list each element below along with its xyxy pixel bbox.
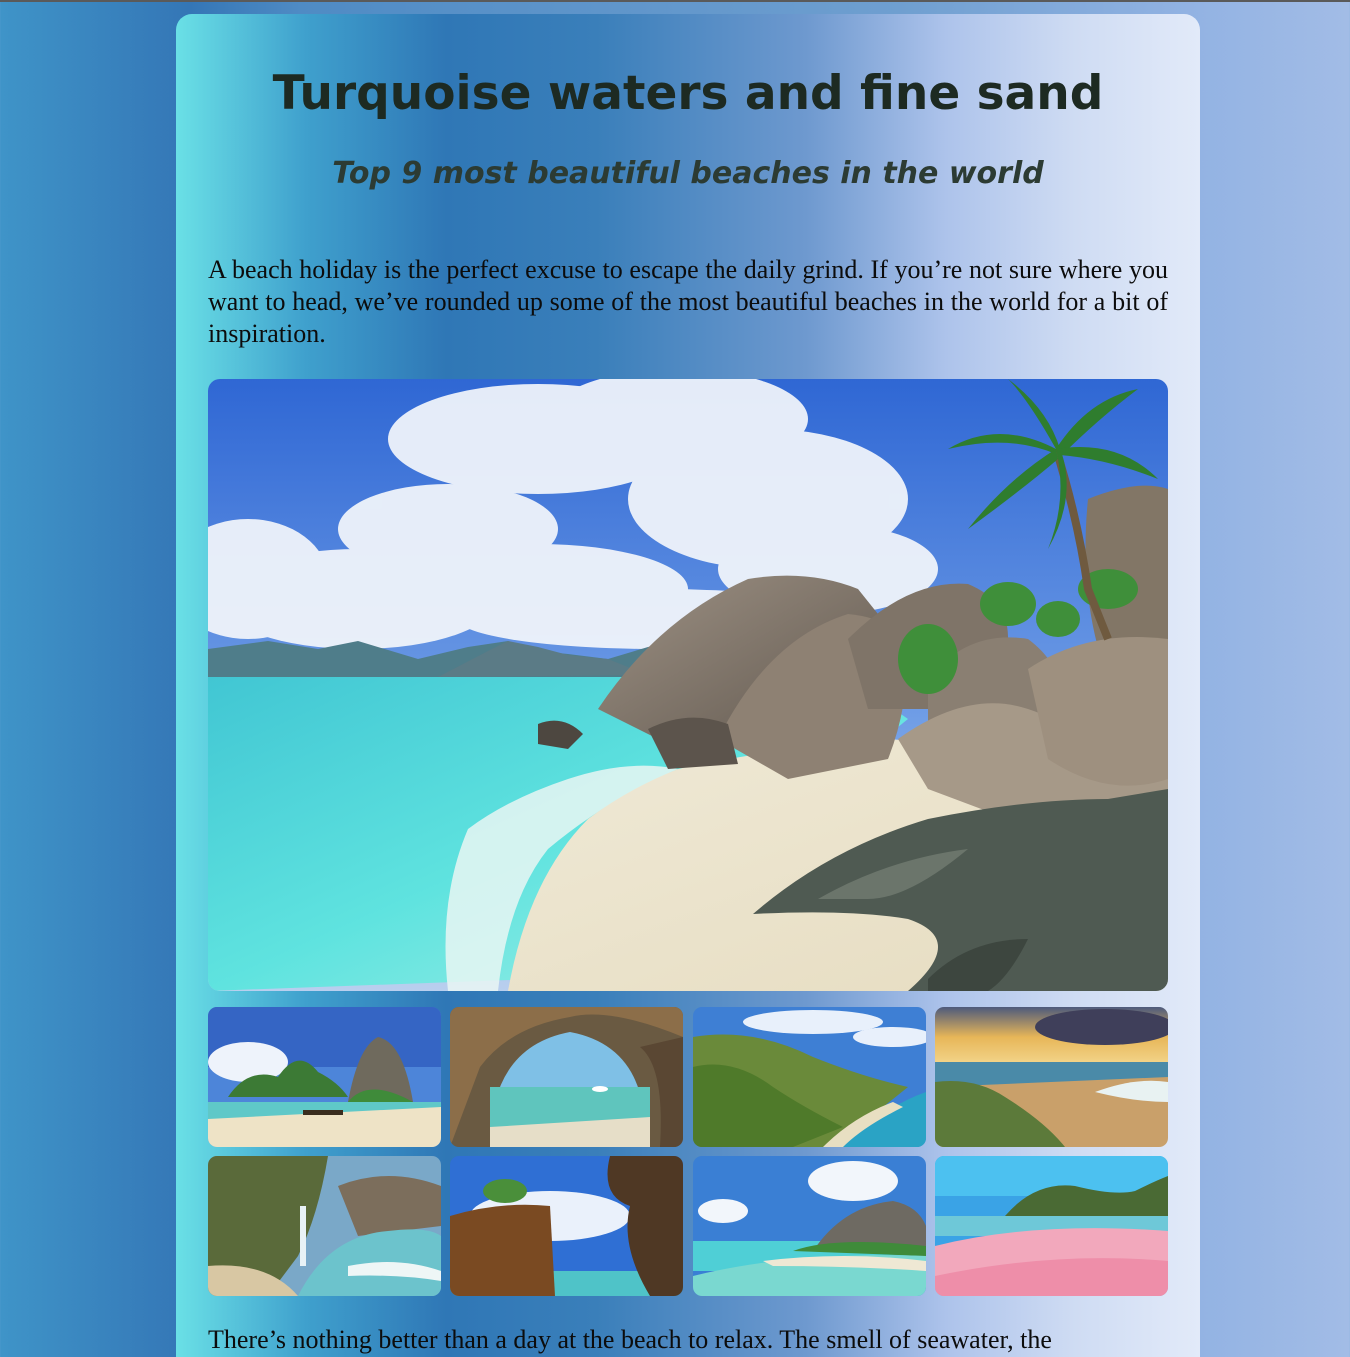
gallery-thumbnail-6[interactable] <box>450 1156 683 1296</box>
gallery-thumbnail-3[interactable] <box>693 1007 926 1147</box>
gallery-thumbnail-4[interactable] <box>935 1007 1168 1147</box>
page-title: Turquoise waters and fine sand <box>272 66 1104 121</box>
body-paragraph: There’s nothing better than a day at the… <box>208 1325 1052 1354</box>
hero-image[interactable] <box>208 379 1168 991</box>
article-card: Turquoise waters and fine sand Top 9 mos… <box>176 14 1200 1357</box>
intro-paragraph: A beach holiday is the perfect excuse to… <box>208 255 1168 348</box>
gallery-thumbnail-7[interactable] <box>693 1156 926 1296</box>
gallery-thumbnail-2[interactable] <box>450 1007 683 1147</box>
gallery-thumbnail-1[interactable] <box>208 1007 441 1147</box>
gallery-thumbnail-5[interactable] <box>208 1156 441 1296</box>
gallery-thumbnail-8[interactable] <box>935 1156 1168 1296</box>
page-subtitle: Top 9 most beautiful beaches in the worl… <box>332 156 1044 191</box>
browser-top-edge <box>0 0 1350 2</box>
